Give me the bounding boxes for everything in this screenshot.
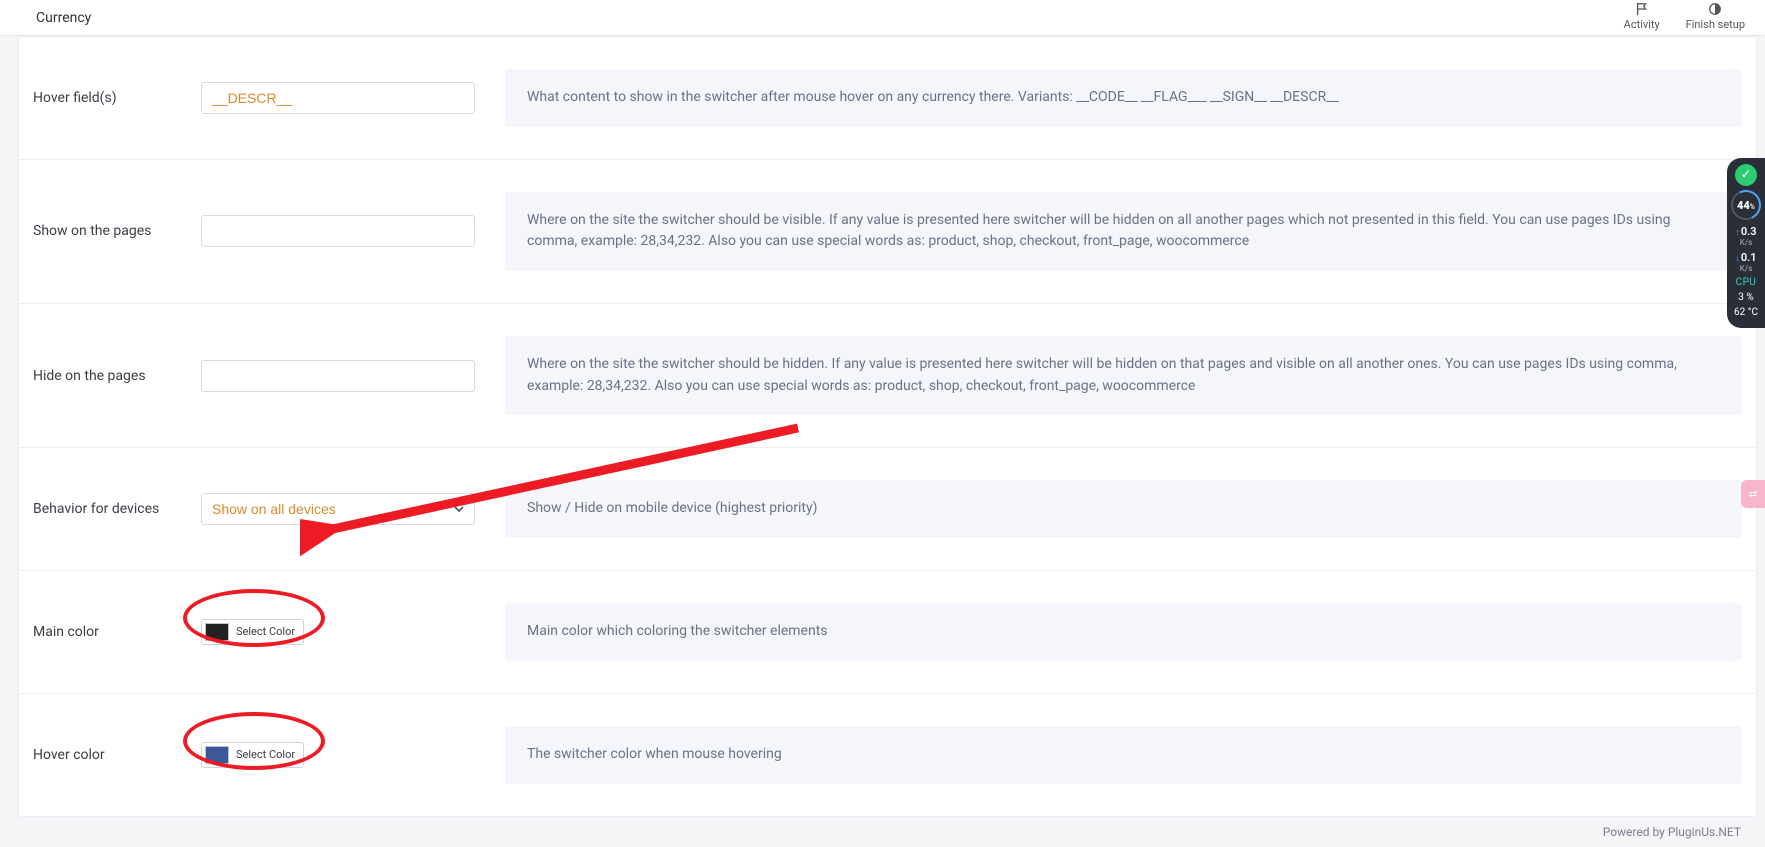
main-color-picker[interactable]: Select Color xyxy=(201,619,304,645)
row-main-color: Main color Select Color Main color which… xyxy=(19,571,1756,694)
top-bar: Currency Activity Finish setup xyxy=(0,0,1765,36)
hover-color-picker[interactable]: Select Color xyxy=(201,742,304,768)
row-hover-fields: Hover field(s) What content to show in t… xyxy=(19,37,1756,160)
label-hover-color: Hover color xyxy=(33,747,201,763)
label-show-pages: Show on the pages xyxy=(33,223,201,239)
control-hover-color: Select Color xyxy=(201,742,491,768)
label-hover-fields: Hover field(s) xyxy=(33,90,201,106)
behavior-select[interactable]: Show on all devices xyxy=(201,493,475,525)
cpu-pct: 3 % xyxy=(1727,292,1765,303)
half-circle-icon xyxy=(1707,2,1723,16)
main-color-swatch xyxy=(205,623,229,641)
main-color-button-label: Select Color xyxy=(236,625,295,638)
desc-hover-color: The switcher color when mouse hovering xyxy=(505,726,1742,784)
side-tab[interactable]: ⇄ xyxy=(1741,480,1765,508)
hide-pages-input[interactable] xyxy=(201,360,475,392)
control-hover-fields xyxy=(201,82,491,114)
label-hide-pages: Hide on the pages xyxy=(33,368,201,384)
footer-text: Powered by PluginUs.NET xyxy=(18,817,1757,847)
hover-color-swatch xyxy=(205,746,229,764)
usage-gauge: 44% xyxy=(1731,190,1761,220)
net-down: 0.1K/s xyxy=(1727,252,1765,274)
control-main-color: Select Color xyxy=(201,619,491,645)
activity-label: Activity xyxy=(1624,18,1660,31)
settings-panel: Hover field(s) What content to show in t… xyxy=(18,36,1757,817)
show-pages-input[interactable] xyxy=(201,215,475,247)
row-hide-pages: Hide on the pages Where on the site the … xyxy=(19,304,1756,448)
desc-behavior: Show / Hide on mobile device (highest pr… xyxy=(505,480,1742,538)
flag-icon xyxy=(1634,2,1650,16)
control-hide-pages xyxy=(201,360,491,392)
activity-button[interactable]: Activity xyxy=(1624,0,1660,31)
desc-hover-fields: What content to show in the switcher aft… xyxy=(505,69,1742,127)
row-show-pages: Show on the pages Where on the site the … xyxy=(19,160,1756,304)
page-title: Currency xyxy=(36,10,91,26)
label-behavior: Behavior for devices xyxy=(33,501,201,517)
row-hover-color: Hover color Select Color The switcher co… xyxy=(19,694,1756,816)
finish-setup-button[interactable]: Finish setup xyxy=(1686,0,1745,31)
net-up: 0.3K/s xyxy=(1727,226,1765,248)
cpu-label: CPU xyxy=(1727,277,1765,288)
control-show-pages xyxy=(201,215,491,247)
finish-setup-label: Finish setup xyxy=(1686,18,1745,31)
cpu-temp: 62 °C xyxy=(1727,307,1765,318)
label-main-color: Main color xyxy=(33,624,201,640)
desc-main-color: Main color which coloring the switcher e… xyxy=(505,603,1742,661)
hover-color-button-label: Select Color xyxy=(236,748,295,761)
system-monitor-widget[interactable]: 44% 0.3K/s 0.1K/s CPU 3 % 62 °C xyxy=(1727,158,1765,328)
page-body: Hover field(s) What content to show in t… xyxy=(0,36,1765,847)
topbar-actions: Activity Finish setup xyxy=(1624,0,1745,36)
row-behavior: Behavior for devices Show on all devices… xyxy=(19,448,1756,571)
shield-check-icon xyxy=(1735,164,1757,186)
desc-show-pages: Where on the site the switcher should be… xyxy=(505,192,1742,271)
hover-fields-input[interactable] xyxy=(201,82,475,114)
control-behavior: Show on all devices xyxy=(201,493,491,525)
desc-hide-pages: Where on the site the switcher should be… xyxy=(505,336,1742,415)
